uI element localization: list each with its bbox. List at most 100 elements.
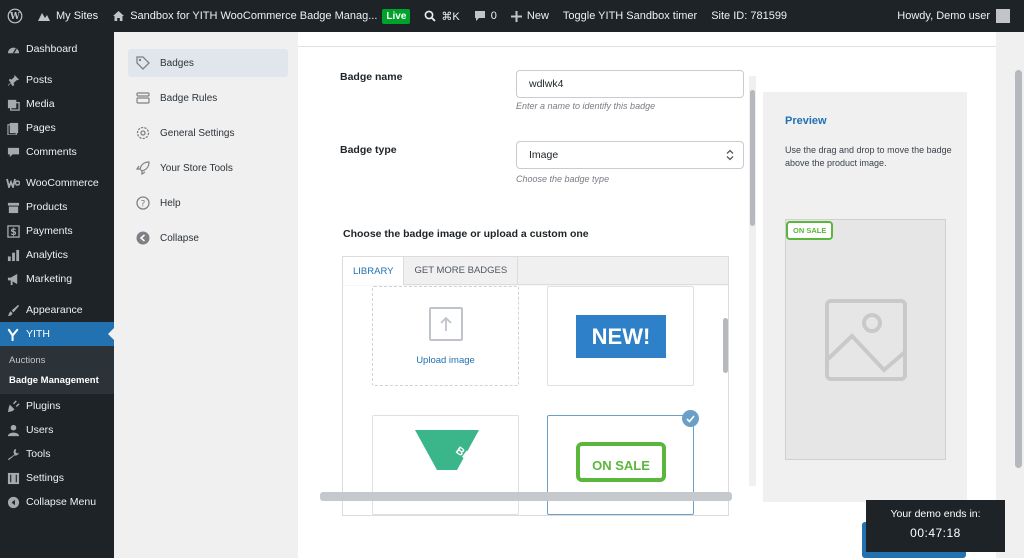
menu-item-payments[interactable]: $ Payments — [0, 219, 114, 243]
search-icon — [425, 10, 437, 22]
menu-label: Posts — [26, 74, 53, 86]
menu-label: Settings — [26, 472, 64, 484]
menu-item-media[interactable]: Media — [0, 92, 114, 116]
menu-item-settings[interactable]: Settings — [0, 466, 114, 490]
page-scrollbar-thumb[interactable] — [1015, 70, 1022, 468]
site-name-label: Sandbox for YITH WooCommerce Badge Manag… — [130, 10, 378, 22]
nav-general-settings[interactable]: General Settings — [128, 119, 288, 147]
submenu-item-badge-management[interactable]: Badge Management — [0, 370, 114, 390]
demo-timer-countdown: 00:47:18 — [910, 526, 961, 540]
menu-label: Appearance — [26, 304, 83, 316]
comments-button[interactable]: 0 — [467, 0, 504, 32]
shortcut-label: ⌘K — [441, 10, 460, 23]
best-badge-graphic: BEST — [415, 430, 483, 470]
my-sites-label: My Sites — [56, 10, 99, 22]
menu-item-marketing[interactable]: Marketing — [0, 267, 114, 291]
menu-item-tools[interactable]: Tools — [0, 442, 114, 466]
form-scrollbar[interactable] — [749, 76, 756, 486]
menu-item-comments[interactable]: Comments — [0, 140, 114, 164]
home-icon — [113, 11, 125, 21]
live-badge: Live — [382, 8, 411, 24]
badge-name-input[interactable]: wdlwk4 — [516, 70, 744, 98]
nav-store-tools-label: Your Store Tools — [160, 162, 233, 174]
wordpress-icon: W — [7, 8, 23, 24]
my-sites-menu[interactable]: My Sites — [30, 0, 105, 32]
menu-label: Collapse Menu — [26, 496, 97, 508]
library-scrollbar[interactable] — [723, 318, 728, 373]
preview-product-image: ON SALE — [785, 219, 946, 460]
preview-badge-draggable[interactable]: ON SALE — [786, 221, 834, 240]
command-palette-button[interactable]: ⌘K — [417, 0, 466, 32]
menu-label: YITH — [26, 328, 50, 340]
nav-badge-rules[interactable]: Badge Rules — [128, 84, 288, 112]
svg-text:?: ? — [141, 200, 146, 210]
nav-badges-label: Badges — [160, 57, 194, 69]
yith-icon — [6, 327, 20, 341]
menu-item-posts[interactable]: Posts — [0, 68, 114, 92]
woo-icon — [6, 176, 20, 190]
badge-card-new[interactable]: NEW! — [547, 286, 694, 386]
menu-label: Media — [26, 98, 55, 110]
horizontal-scrollbar[interactable] — [320, 492, 732, 501]
toggle-timer-button[interactable]: Toggle YITH Sandbox timer — [556, 0, 704, 32]
menu-item-plugins[interactable]: Plugins — [0, 394, 114, 418]
menu-item-appearance[interactable]: Appearance — [0, 298, 114, 322]
new-label: New — [526, 10, 549, 22]
upload-image-label: Upload image — [416, 355, 475, 366]
nav-badges[interactable]: Badges — [128, 49, 288, 77]
nav-help[interactable]: ? Help — [128, 189, 288, 217]
rocket-icon — [135, 160, 151, 176]
menu-item-dashboard[interactable]: Dashboard — [0, 37, 114, 61]
badge-editor-panel: Badge name wdlwk4 Enter a name to identi… — [298, 32, 996, 558]
upload-image-card[interactable]: Upload image — [372, 286, 519, 386]
site-name-menu[interactable]: Sandbox for YITH WooCommerce Badge Manag… — [105, 0, 417, 32]
upload-icon — [429, 307, 463, 341]
preview-title: Preview — [785, 115, 827, 127]
menu-item-products[interactable]: Products — [0, 195, 114, 219]
menu-label: Products — [26, 201, 68, 213]
panel-header-divider — [298, 46, 996, 47]
account-menu[interactable]: Howdy, Demo user — [897, 9, 1024, 23]
comment-icon — [6, 145, 20, 159]
svg-text:W: W — [9, 12, 20, 22]
svg-text:$: $ — [10, 227, 16, 238]
menu-label: Dashboard — [26, 43, 78, 55]
menu-label: Tools — [26, 448, 51, 460]
chevron-updown-icon — [725, 149, 735, 164]
tab-get-more-badges[interactable]: GET MORE BADGES — [404, 257, 519, 284]
image-placeholder-icon — [825, 299, 907, 381]
wordpress-logo-button[interactable]: W — [0, 0, 30, 32]
menu-item-analytics[interactable]: Analytics — [0, 243, 114, 267]
library-tabs: LIBRARY GET MORE BADGES — [343, 257, 728, 285]
submenu-item-auctions[interactable]: Auctions — [0, 350, 114, 370]
demo-timer-popup: Your demo ends in: 00:47:18 — [866, 500, 1005, 552]
nav-collapse-label: Collapse — [160, 232, 199, 244]
new-content-button[interactable]: New — [504, 0, 556, 32]
nav-help-label: Help — [160, 197, 181, 209]
menu-label: Payments — [26, 225, 73, 237]
archive-icon — [6, 200, 20, 214]
menu-item-users[interactable]: Users — [0, 418, 114, 442]
preview-panel: Preview Use the drag and drop to move th… — [763, 92, 967, 502]
tab-library[interactable]: LIBRARY — [343, 257, 405, 285]
site-id-label: Site ID: 781599 — [711, 10, 788, 22]
nav-store-tools[interactable]: Your Store Tools — [128, 154, 288, 182]
tag-icon — [135, 55, 151, 71]
new-badge-graphic: NEW! — [576, 315, 666, 358]
badge-type-select[interactable]: Image — [516, 141, 744, 169]
menu-label: WooCommerce — [26, 177, 99, 189]
badge-type-value: Image — [529, 149, 559, 161]
badge-type-label: Badge type — [340, 144, 397, 156]
plus-icon — [510, 10, 522, 22]
collapse-menu-button[interactable]: Collapse Menu — [0, 490, 114, 514]
preview-description: Use the drag and drop to move the badge … — [785, 145, 952, 168]
form-scrollbar-thumb[interactable] — [750, 90, 755, 226]
pages-icon — [6, 121, 20, 135]
menu-item-woocommerce[interactable]: WooCommerce — [0, 171, 114, 195]
menu-item-yith[interactable]: YITH — [0, 322, 114, 346]
menu-item-pages[interactable]: Pages — [0, 116, 114, 140]
page-scrollbar[interactable] — [1013, 32, 1024, 558]
demo-timer-label: Your demo ends in: — [890, 508, 981, 520]
nav-collapse[interactable]: Collapse — [128, 224, 288, 252]
site-id: Site ID: 781599 — [704, 0, 794, 32]
